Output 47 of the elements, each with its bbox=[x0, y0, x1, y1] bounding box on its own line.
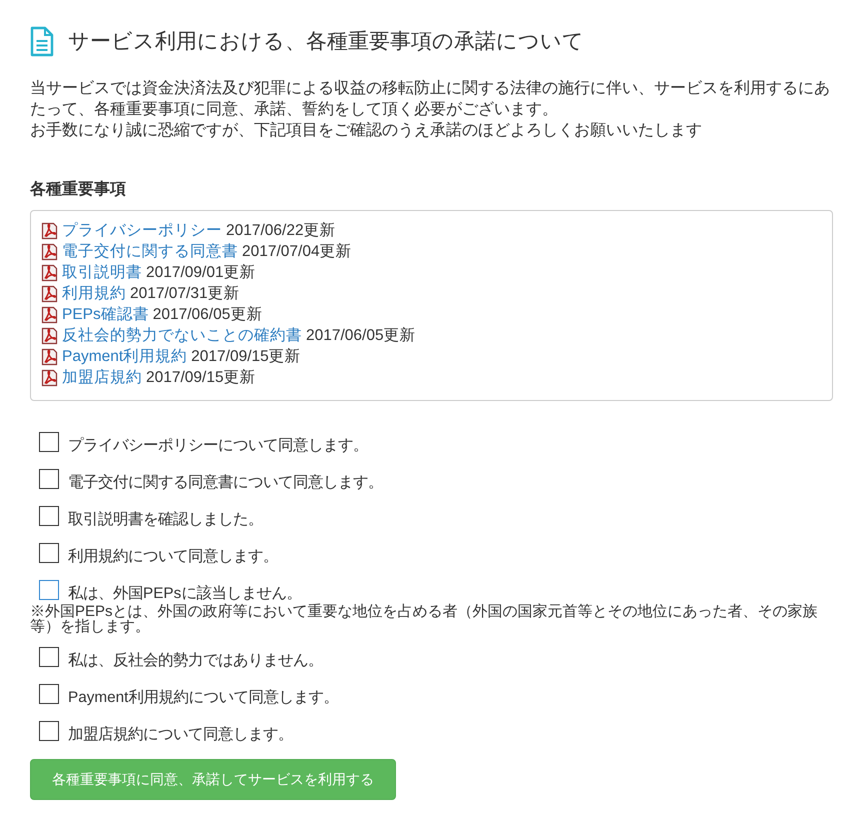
pdf-icon bbox=[41, 284, 58, 302]
checkbox-label: 取引説明書を確認しました。 bbox=[68, 510, 263, 530]
update-date: 2017/09/01更新 bbox=[146, 263, 256, 283]
section-heading: 各種重要事項 bbox=[30, 179, 127, 200]
document-link[interactable]: 加盟店規約 bbox=[62, 367, 142, 388]
document-link[interactable]: Payment利用規約 bbox=[62, 346, 188, 367]
checkbox[interactable] bbox=[39, 721, 59, 741]
pdf-icon bbox=[41, 264, 58, 282]
page-title: サービス利用における、各種重要事項の承諾について bbox=[68, 29, 584, 55]
document-link[interactable]: 電子交付に関する同意書 bbox=[62, 241, 238, 262]
checkbox-label: 私は、外国PEPsに該当しません。 bbox=[68, 584, 302, 603]
checkbox[interactable] bbox=[39, 469, 59, 489]
update-date: 2017/07/31更新 bbox=[130, 284, 240, 304]
pdf-icon bbox=[41, 306, 58, 324]
checkbox-label: プライバシーポリシーについて同意します。 bbox=[68, 436, 368, 456]
document-icon bbox=[30, 26, 54, 57]
checkbox[interactable] bbox=[39, 647, 59, 667]
update-date: 2017/06/05更新 bbox=[306, 326, 416, 346]
checkbox[interactable] bbox=[39, 432, 59, 452]
pdf-icon bbox=[41, 242, 58, 260]
update-date: 2017/06/05更新 bbox=[152, 305, 262, 325]
pdf-icon bbox=[41, 326, 58, 344]
document-link[interactable]: 取引説明書 bbox=[62, 262, 142, 283]
update-date: 2017/09/15更新 bbox=[146, 368, 256, 388]
note-text: ※外国PEPsとは、外国の政府等において重要な地位を占める者（外国の国家元首等とその地位にあった者、その家族等）を指します。 bbox=[30, 604, 819, 634]
pdf-icon bbox=[41, 222, 58, 240]
checkbox[interactable] bbox=[39, 543, 59, 563]
checkbox[interactable] bbox=[39, 580, 59, 600]
checkbox-label: 加盟店規約について同意します。 bbox=[68, 725, 293, 745]
pdf-icon bbox=[41, 348, 58, 366]
update-date: 2017/07/04更新 bbox=[242, 242, 352, 262]
pdf-icon bbox=[41, 368, 58, 386]
update-date: 2017/06/22更新 bbox=[226, 221, 336, 241]
checkbox-label: 電子交付に関する同意書について同意します。 bbox=[68, 473, 383, 493]
checkbox[interactable] bbox=[39, 684, 59, 704]
intro-text: 当サービスでは資金決済法及び犯罪による収益の移転防止に関する法律の施行に伴い、サービスを利用するにあたって、各種重要事項に同意、承諾、誓約をして頂く必要がございます。 bbox=[30, 78, 831, 120]
checkbox-label: 利用規約について同意します。 bbox=[68, 547, 278, 567]
document-link[interactable]: プライバシーポリシー bbox=[62, 220, 222, 241]
document-link[interactable]: PEPs確認書 bbox=[62, 304, 149, 325]
document-link[interactable]: 利用規約 bbox=[62, 283, 126, 304]
intro-text: お手数になり誠に恐縮ですが、下記項目をご確認のうえ承諾のほどよろしくお願いいたします bbox=[30, 120, 703, 141]
checkbox[interactable] bbox=[39, 506, 59, 526]
document-link[interactable]: 反社会的勢力でないことの確約書 bbox=[62, 325, 302, 346]
checkbox-label: 私は、反社会的勢力ではありません。 bbox=[68, 651, 323, 671]
update-date: 2017/09/15更新 bbox=[191, 347, 301, 367]
agree-button[interactable]: 各種重要事項に同意、承諾してサービスを利用する bbox=[30, 759, 396, 800]
checkbox-label: Payment利用規約について同意します。 bbox=[68, 688, 338, 708]
